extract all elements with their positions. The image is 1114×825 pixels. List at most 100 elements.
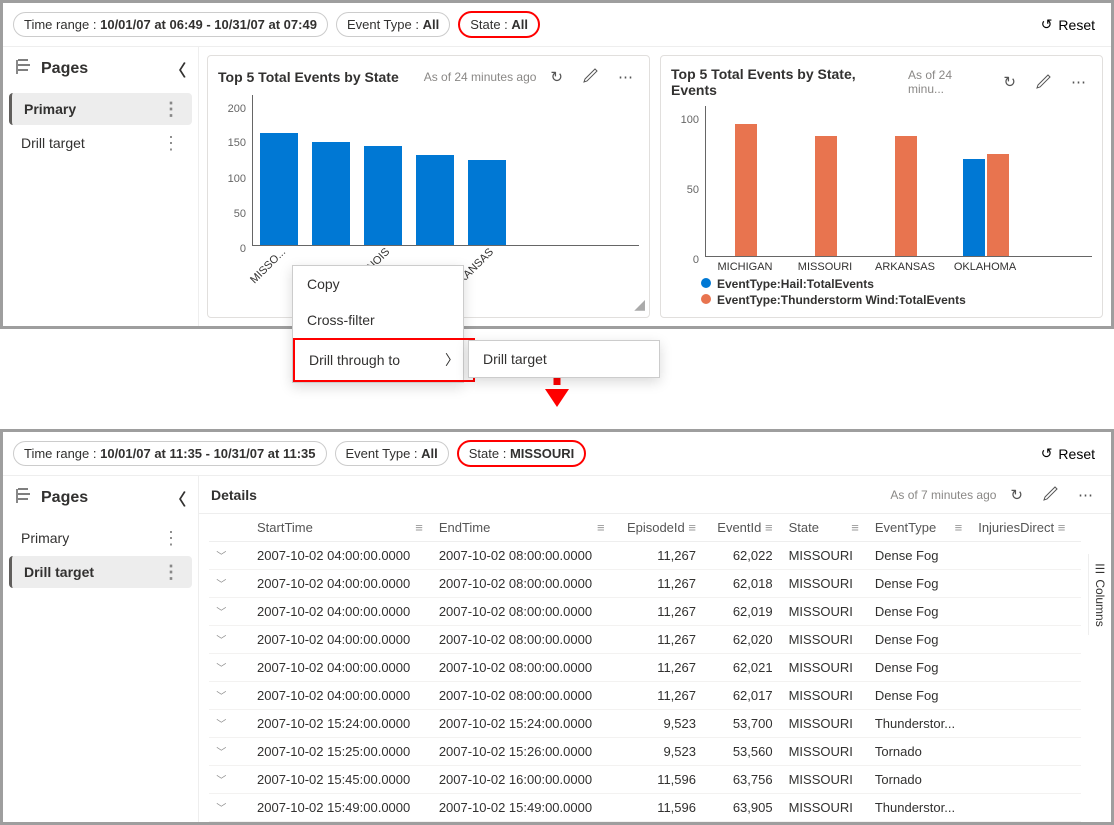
chart-more-button[interactable]: ⋯ — [612, 67, 639, 87]
cell-episodeid: 11,596 — [613, 766, 704, 794]
cell-endtime: 2007-10-02 15:49:00.0000 — [431, 794, 613, 822]
reset-button[interactable]: ↺ Reset — [1035, 15, 1101, 34]
details-refresh-button[interactable]: ↻ — [1004, 485, 1029, 505]
table-row[interactable]: 〉2007-10-02 04:00:00.00002007-10-02 08:0… — [209, 682, 1081, 710]
pages-collapse-icon[interactable]: 〈 — [170, 57, 186, 81]
table-header[interactable]: StartTime≡ — [249, 514, 431, 542]
bar-chart — [252, 95, 639, 246]
page-item-drill-target[interactable]: Drill target ⋮ — [9, 127, 192, 159]
row-expand-icon[interactable]: 〉 — [215, 691, 230, 701]
context-drill-target[interactable]: Drill target — [469, 341, 659, 377]
table-header[interactable]: State≡ — [781, 514, 867, 542]
bar[interactable] — [987, 154, 1009, 256]
columns-toggle[interactable]: ☰ Columns — [1088, 554, 1111, 635]
header-label: StartTime — [257, 520, 313, 535]
page-item-menu-icon[interactable]: ⋮ — [162, 567, 180, 577]
table-header[interactable]: EndTime≡ — [431, 514, 613, 542]
cell-eventtype: Dense Fog — [867, 682, 970, 710]
row-expand-icon[interactable]: 〉 — [215, 803, 230, 813]
bar[interactable] — [735, 124, 757, 256]
table-row[interactable]: 〉2007-10-02 04:00:00.00002007-10-02 08:0… — [209, 542, 1081, 570]
chart-edit-button[interactable] — [577, 66, 604, 87]
table-row[interactable]: 〉 2007-10-02 04:00:00.00002007-10-02 08:0… — [209, 570, 1081, 598]
page-item-menu-icon[interactable]: ⋮ — [162, 104, 180, 114]
reset-button[interactable]: ↺ Reset — [1035, 444, 1101, 463]
filter-event-type[interactable]: Event Type : All — [336, 12, 450, 37]
filter-state[interactable]: State : MISSOURI — [457, 440, 587, 467]
chart-refresh-button[interactable]: ↻ — [997, 72, 1022, 92]
header-label: State — [789, 520, 819, 535]
table-row[interactable]: 〉2007-10-02 04:00:00.00002007-10-02 08:0… — [209, 598, 1081, 626]
table-row[interactable]: 〉2007-10-02 04:00:00.00002007-10-02 08:0… — [209, 626, 1081, 654]
cell-episodeid: 11,267 — [613, 626, 704, 654]
table-header[interactable]: InjuriesDirect ≡ — [970, 514, 1081, 542]
table-header[interactable]: EpisodeId ≡ — [613, 514, 704, 542]
cell-starttime: 2007-10-02 15:25:00.0000 — [249, 738, 431, 766]
context-drillthrough[interactable]: Drill through to 〉 — [293, 338, 475, 382]
bar[interactable] — [364, 146, 402, 245]
bar[interactable] — [895, 136, 917, 256]
table-row[interactable]: 〉2007-10-02 15:25:00.00002007-10-02 15:2… — [209, 738, 1081, 766]
details-more-button[interactable]: ⋯ — [1072, 485, 1099, 505]
row-expand-icon[interactable]: 〉 — [215, 747, 230, 757]
row-expand-icon[interactable]: 〉 — [215, 607, 230, 617]
page-item-label: Drill target — [21, 135, 85, 151]
filter-time-range[interactable]: Time range : 10/01/07 at 11:35 - 10/31/0… — [13, 441, 327, 466]
table-header[interactable]: EventId ≡ — [704, 514, 781, 542]
bar[interactable] — [468, 160, 506, 246]
filter-event-type[interactable]: Event Type : All — [335, 441, 449, 466]
page-item-menu-icon[interactable]: ⋮ — [162, 138, 180, 148]
cell-state: MISSOURI — [781, 738, 867, 766]
row-expand-icon[interactable]: 〉 — [215, 775, 230, 785]
main-panel: Top 5 Total Events by State As of 24 min… — [199, 47, 1111, 326]
details-table: StartTime≡ EndTime≡ EpisodeId ≡ EventId … — [209, 514, 1081, 822]
chart-body[interactable]: 100 50 0 MICHIGAN MISSOURI ARKANSAS OKLA… — [671, 106, 1092, 307]
page-item-label: Drill target — [24, 564, 94, 580]
row-expand-icon[interactable]: 〉 — [215, 551, 230, 561]
chart-refresh-button[interactable]: ↻ — [544, 67, 569, 87]
chart-edit-button[interactable] — [1030, 72, 1057, 93]
cell-starttime: 2007-10-02 15:49:00.0000 — [249, 794, 431, 822]
table-row[interactable]: 〉 2007-10-02 15:49:00.00002007-10-02 15:4… — [209, 794, 1081, 822]
bar[interactable] — [815, 136, 837, 256]
filter-time-range[interactable]: Time range : 10/01/07 at 06:49 - 10/31/0… — [13, 12, 328, 37]
ytick: 0 — [218, 243, 246, 255]
row-expand-icon[interactable]: 〉 — [215, 635, 230, 645]
filter-state[interactable]: State : All — [458, 11, 540, 38]
bar[interactable] — [260, 133, 298, 246]
cell-starttime: 2007-10-02 04:00:00.0000 — [249, 682, 431, 710]
chart-body[interactable]: 200 150 100 50 0 MISSO... — [218, 95, 639, 296]
xlabel: OKLAHOMA — [945, 261, 1025, 273]
details-edit-button[interactable] — [1037, 484, 1064, 505]
pages-header-label: Pages — [41, 489, 88, 507]
bar[interactable] — [416, 155, 454, 245]
table-header[interactable]: EventType≡ — [867, 514, 970, 542]
page-item-menu-icon[interactable]: ⋮ — [162, 533, 180, 543]
chevron-right-icon: 〉 — [445, 350, 459, 370]
table-row[interactable]: 〉2007-10-02 15:24:00.00002007-10-02 15:2… — [209, 710, 1081, 738]
table-row[interactable]: 〉2007-10-02 15:45:00.00002007-10-02 16:0… — [209, 766, 1081, 794]
cell-starttime: 2007-10-02 04:00:00.0000 — [249, 598, 431, 626]
cell-endtime: 2007-10-02 08:00:00.0000 — [431, 570, 613, 598]
page-item-primary[interactable]: Primary ⋮ — [9, 522, 192, 554]
context-label: Drill target — [483, 351, 547, 367]
header-label: EventId — [717, 520, 761, 535]
chart-more-button[interactable]: ⋯ — [1065, 72, 1092, 92]
pages-collapse-icon[interactable]: 〈 — [170, 486, 186, 510]
legend-label: EventType:Hail:TotalEvents — [717, 277, 874, 291]
resize-handle-icon[interactable]: ◢ — [634, 296, 645, 313]
row-expand-icon[interactable]: 〉 — [215, 579, 230, 589]
table-row[interactable]: 〉2007-10-02 04:00:00.00002007-10-02 08:0… — [209, 654, 1081, 682]
page-item-drill-target[interactable]: Drill target ⋮ — [9, 556, 192, 588]
cell-starttime: 2007-10-02 04:00:00.0000 — [249, 570, 431, 598]
page-item-primary[interactable]: Primary ⋮ — [9, 93, 192, 125]
xlabel: MICHIGAN — [705, 261, 785, 273]
row-expand-icon[interactable]: 〉 — [215, 663, 230, 673]
context-crossfilter[interactable]: Cross-filter — [293, 302, 471, 338]
row-expand-icon[interactable]: 〉 — [215, 719, 230, 729]
context-copy[interactable]: Copy — [293, 266, 471, 302]
cell-eventid: 62,022 — [704, 542, 781, 570]
pages-header-label: Pages — [41, 60, 88, 78]
bar[interactable] — [963, 159, 985, 257]
bar[interactable] — [312, 142, 350, 246]
